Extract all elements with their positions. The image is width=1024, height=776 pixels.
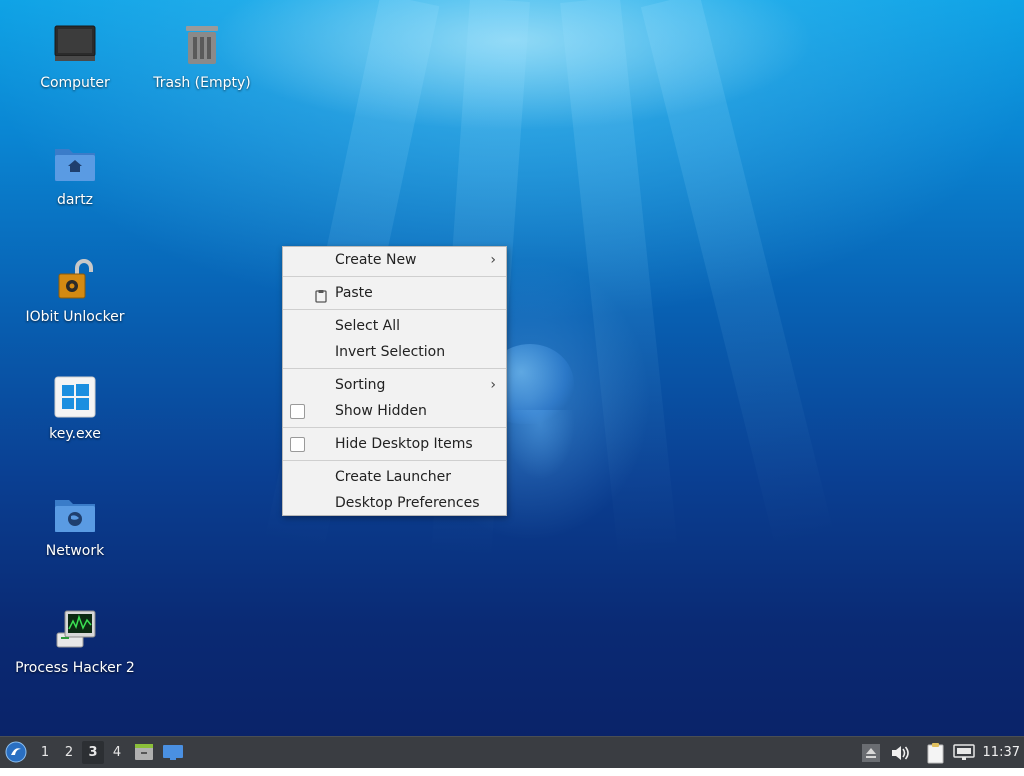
desktop-icon-trash[interactable]: Trash (Empty) (137, 22, 267, 92)
menu-item-paste[interactable]: Paste (283, 280, 506, 306)
desktop-icon-process-hacker[interactable]: Process Hacker 2 (10, 607, 140, 677)
clipboard-tray-button[interactable] (926, 742, 946, 773)
menu-item-label: Create New (335, 252, 417, 268)
volume-button[interactable] (890, 743, 910, 774)
desktop-icon-label: IObit Unlocker (25, 309, 125, 325)
jellyfish-tail-decoration (505, 410, 575, 480)
menu-separator (283, 276, 506, 277)
show-hidden-checkbox[interactable] (290, 404, 305, 419)
workspace-3-button[interactable]: 3 (82, 741, 104, 764)
network-connection-icon (953, 744, 975, 760)
menu-separator (283, 460, 506, 461)
desktop-icon-label: Computer (40, 75, 110, 91)
process-hacker-icon (51, 607, 99, 655)
file-cabinet-icon (135, 744, 153, 760)
menu-item-create-new[interactable]: Create New › (283, 247, 506, 273)
menu-separator (283, 427, 506, 428)
menu-item-show-hidden[interactable]: Show Hidden (283, 398, 506, 424)
volume-icon (892, 746, 909, 760)
eject-tray-button[interactable] (862, 743, 880, 774)
network-folder-icon (51, 490, 99, 538)
menu-item-label: Create Launcher (335, 469, 452, 485)
desktop-icon-computer[interactable]: Computer (10, 22, 140, 92)
menu-item-invert-selection[interactable]: Invert Selection (283, 339, 506, 365)
desktop-icon-key-exe[interactable]: key.exe (10, 373, 140, 443)
eject-icon (862, 744, 880, 762)
clipboard-icon (927, 743, 944, 764)
desktop-icon (163, 745, 183, 760)
menu-item-label: Sorting (335, 377, 386, 393)
clipboard-icon (314, 286, 328, 303)
desktop-background[interactable]: Computer Trash (Empty) dartz IObit Unloc… (0, 0, 1024, 736)
menu-separator (283, 309, 506, 310)
lubuntu-logo-icon (5, 741, 27, 763)
menu-item-label: Invert Selection (335, 344, 446, 360)
home-folder-icon (51, 139, 99, 187)
desktop-icon-home[interactable]: dartz (10, 139, 140, 209)
taskbar: 1 2 3 4 11:37 (0, 736, 1024, 768)
unlock-padlock-icon (51, 256, 99, 304)
menu-item-label: Desktop Preferences (335, 495, 480, 511)
desktop-icon-label: Process Hacker 2 (15, 660, 135, 676)
network-tray-button[interactable] (953, 743, 975, 774)
clock[interactable]: 11:37 (983, 737, 1020, 768)
desktop-icon-label: Network (45, 543, 105, 559)
desktop-icon-label: key.exe (49, 426, 101, 442)
menu-item-create-launcher[interactable]: Create Launcher (283, 464, 506, 490)
desktop-icon-network[interactable]: Network (10, 490, 140, 560)
menu-item-sorting[interactable]: Sorting › (283, 372, 506, 398)
chevron-right-icon: › (490, 252, 496, 268)
file-manager-launcher[interactable] (134, 742, 154, 773)
menu-item-label: Select All (335, 318, 400, 334)
workspace-2-button[interactable]: 2 (58, 741, 80, 764)
menu-item-label: Paste (335, 285, 373, 301)
desktop-icon-label: dartz (56, 192, 94, 208)
workspace-4-button[interactable]: 4 (106, 741, 128, 764)
menu-separator (283, 368, 506, 369)
menu-item-label: Show Hidden (335, 403, 427, 419)
menu-item-desktop-preferences[interactable]: Desktop Preferences (283, 490, 506, 516)
light-ray (640, 0, 835, 551)
desktop-icon-iobit-unlocker[interactable]: IObit Unlocker (10, 256, 140, 326)
desktop-context-menu: Create New › Paste Select All Invert Sel… (282, 246, 507, 516)
computer-monitor-icon (51, 22, 99, 70)
windows-logo-icon (51, 373, 99, 421)
menu-item-label: Hide Desktop Items (335, 436, 473, 452)
trash-icon (178, 22, 226, 70)
hide-desktop-items-checkbox[interactable] (290, 437, 305, 452)
chevron-right-icon: › (490, 377, 496, 393)
menu-item-select-all[interactable]: Select All (283, 313, 506, 339)
desktop-icon-label: Trash (Empty) (153, 75, 251, 91)
menu-item-hide-desktop-items[interactable]: Hide Desktop Items (283, 431, 506, 457)
start-menu-button[interactable] (4, 740, 28, 771)
workspace-1-button[interactable]: 1 (34, 741, 56, 764)
show-desktop-button[interactable] (162, 742, 184, 773)
